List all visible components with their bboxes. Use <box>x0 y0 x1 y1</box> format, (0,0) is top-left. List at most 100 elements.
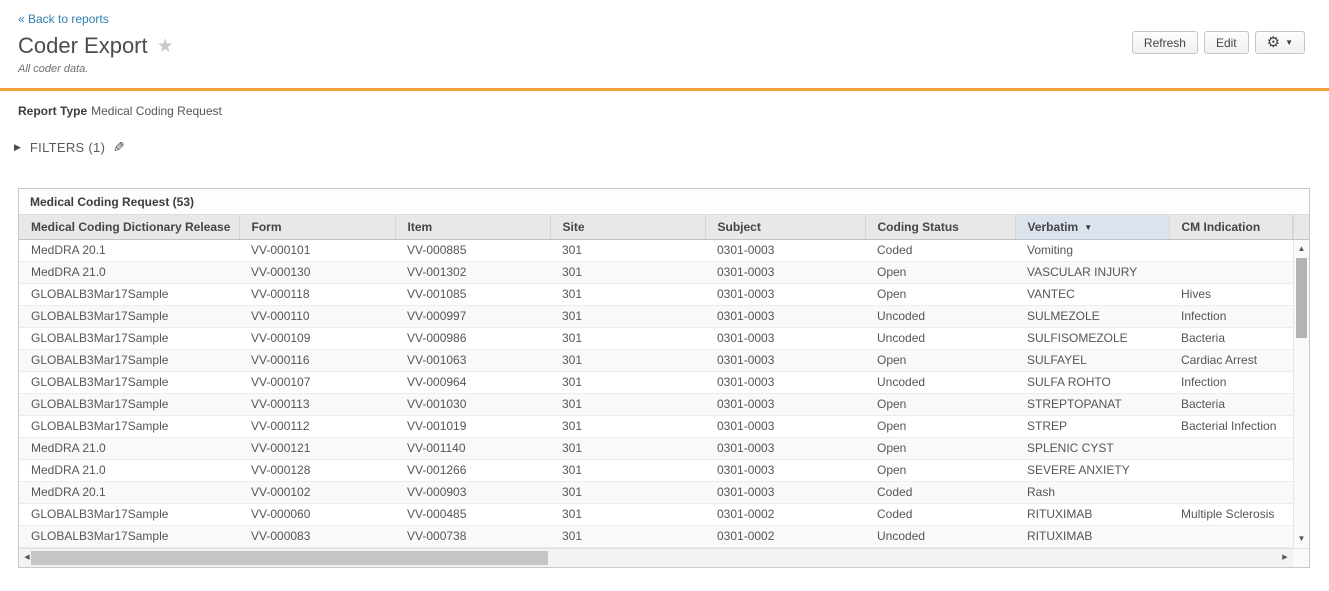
accent-divider <box>0 88 1329 91</box>
table-cell: Multiple Sclerosis <box>1169 503 1293 525</box>
table-row[interactable]: MedDRA 21.0VV-000121VV-0011403010301-000… <box>19 437 1293 459</box>
table-cell: SULFA ROHTO <box>1015 371 1169 393</box>
table-cell: SEVERE ANXIETY <box>1015 459 1169 481</box>
header-extension <box>1293 215 1309 240</box>
filters-toggle[interactable]: ▶ FILTERS (1) ✎ <box>14 139 1329 156</box>
scroll-right-icon[interactable]: ▶ <box>1279 549 1291 567</box>
table-row[interactable]: GLOBALB3Mar17SampleVV-000112VV-001019301… <box>19 415 1293 437</box>
table-cell <box>1169 525 1293 547</box>
table-cell: GLOBALB3Mar17Sample <box>19 349 239 371</box>
table-cell: 301 <box>550 481 705 503</box>
table-cell <box>1169 437 1293 459</box>
table-cell: VANTEC <box>1015 283 1169 305</box>
table-cell: VV-000083 <box>239 525 395 547</box>
table-row[interactable]: GLOBALB3Mar17SampleVV-000109VV-000986301… <box>19 327 1293 349</box>
refresh-button[interactable]: Refresh <box>1132 31 1198 54</box>
column-header-subject[interactable]: Subject <box>705 215 865 239</box>
table-cell: 301 <box>550 371 705 393</box>
table-cell <box>1169 261 1293 283</box>
table-cell: SULFAYEL <box>1015 349 1169 371</box>
table-cell: VV-000118 <box>239 283 395 305</box>
table-row[interactable]: GLOBALB3Mar17SampleVV-000110VV-000997301… <box>19 305 1293 327</box>
table-cell: Coded <box>865 239 1015 261</box>
vertical-scrollbar-thumb[interactable] <box>1296 258 1307 338</box>
table-cell: Infection <box>1169 371 1293 393</box>
column-header-label: Form <box>252 220 282 234</box>
edit-button[interactable]: Edit <box>1204 31 1249 54</box>
column-header-item[interactable]: Item <box>395 215 550 239</box>
column-header-label: Medical Coding Dictionary Release <box>31 220 230 234</box>
table-row[interactable]: GLOBALB3Mar17SampleVV-000107VV-000964301… <box>19 371 1293 393</box>
table-cell <box>1169 459 1293 481</box>
table-row[interactable]: GLOBALB3Mar17SampleVV-000118VV-001085301… <box>19 283 1293 305</box>
table-row[interactable]: MedDRA 20.1VV-000101VV-0008853010301-000… <box>19 239 1293 261</box>
table-row[interactable]: MedDRA 21.0VV-000130VV-0013023010301-000… <box>19 261 1293 283</box>
scroll-down-icon[interactable]: ▼ <box>1294 532 1309 546</box>
table-row[interactable]: GLOBALB3Mar17SampleVV-000083VV-000738301… <box>19 525 1293 547</box>
table-cell: GLOBALB3Mar17Sample <box>19 503 239 525</box>
column-header-label: Item <box>408 220 433 234</box>
table-cell: 301 <box>550 525 705 547</box>
table-row[interactable]: GLOBALB3Mar17SampleVV-000060VV-000485301… <box>19 503 1293 525</box>
gear-icon: ⚙ <box>1267 35 1280 50</box>
table-body: MedDRA 20.1VV-000101VV-0008853010301-000… <box>19 239 1293 547</box>
table-cell: VV-000102 <box>239 481 395 503</box>
table-cell: 301 <box>550 393 705 415</box>
page-title: Coder Export <box>18 33 148 59</box>
table-cell: VV-000116 <box>239 349 395 371</box>
table-cell: STREP <box>1015 415 1169 437</box>
column-header-site[interactable]: Site <box>550 215 705 239</box>
table-cell: MedDRA 21.0 <box>19 459 239 481</box>
table-cell: 0301-0003 <box>705 459 865 481</box>
table-cell: VV-000060 <box>239 503 395 525</box>
table-cell: Infection <box>1169 305 1293 327</box>
report-type-label: Report Type <box>18 104 87 118</box>
results-panel: Medical Coding Request (53) Medical Codi… <box>18 188 1310 568</box>
column-header-label: Site <box>563 220 585 234</box>
table-cell <box>1169 239 1293 261</box>
page-header: « Back to reports Coder Export ★ All cod… <box>0 0 1329 75</box>
table-cell: 301 <box>550 415 705 437</box>
table-cell: 0301-0003 <box>705 283 865 305</box>
table-cell: Open <box>865 437 1015 459</box>
column-header-coding-status[interactable]: Coding Status <box>865 215 1015 239</box>
edit-filters-pencil-icon[interactable]: ✎ <box>113 139 125 156</box>
table-cell: 0301-0003 <box>705 415 865 437</box>
table-row[interactable]: GLOBALB3Mar17SampleVV-000113VV-001030301… <box>19 393 1293 415</box>
scroll-up-icon[interactable]: ▲ <box>1294 242 1309 256</box>
table-cell: MedDRA 20.1 <box>19 481 239 503</box>
table-cell: Bacteria <box>1169 393 1293 415</box>
table-cell: MedDRA 21.0 <box>19 261 239 283</box>
back-to-reports-link[interactable]: « Back to reports <box>18 12 109 26</box>
column-header-medical-coding-dictionary-release[interactable]: Medical Coding Dictionary Release <box>19 215 239 239</box>
table-cell: VV-000113 <box>239 393 395 415</box>
table-cell: Bacteria <box>1169 327 1293 349</box>
favorite-star-icon[interactable]: ★ <box>157 37 174 56</box>
column-header-verbatim[interactable]: Verbatim▼ <box>1015 215 1169 239</box>
table-row[interactable]: MedDRA 20.1VV-000102VV-0009033010301-000… <box>19 481 1293 503</box>
column-header-form[interactable]: Form <box>239 215 395 239</box>
table-cell: 0301-0003 <box>705 393 865 415</box>
page-subtitle: All coder data. <box>18 63 1311 75</box>
vertical-scrollbar[interactable]: ▲ ▼ <box>1293 240 1309 548</box>
expander-triangle-icon: ▶ <box>14 142 21 153</box>
table-row[interactable]: GLOBALB3Mar17SampleVV-000116VV-001063301… <box>19 349 1293 371</box>
table-cell: VV-000485 <box>395 503 550 525</box>
sort-desc-icon: ▼ <box>1084 223 1092 232</box>
filters-label: FILTERS (1) <box>30 140 105 155</box>
table-cell: GLOBALB3Mar17Sample <box>19 371 239 393</box>
table-cell: 0301-0003 <box>705 261 865 283</box>
table-row[interactable]: MedDRA 21.0VV-000128VV-0012663010301-000… <box>19 459 1293 481</box>
table-cell: GLOBALB3Mar17Sample <box>19 305 239 327</box>
actions-menu-button[interactable]: ⚙ ▼ <box>1255 31 1305 54</box>
table-cell: VV-001063 <box>395 349 550 371</box>
table-cell: Hives <box>1169 283 1293 305</box>
table-cell: VV-000112 <box>239 415 395 437</box>
table-cell: 301 <box>550 459 705 481</box>
chevron-down-icon: ▼ <box>1285 38 1293 47</box>
horizontal-scrollbar-thumb[interactable] <box>31 551 548 565</box>
column-header-cm-indication[interactable]: CM Indication <box>1169 215 1293 239</box>
horizontal-scrollbar[interactable]: ◀ ▶ <box>19 549 1293 567</box>
results-grid: Medical Coding Dictionary Release Form Ite… <box>19 215 1309 548</box>
table-cell <box>1169 481 1293 503</box>
